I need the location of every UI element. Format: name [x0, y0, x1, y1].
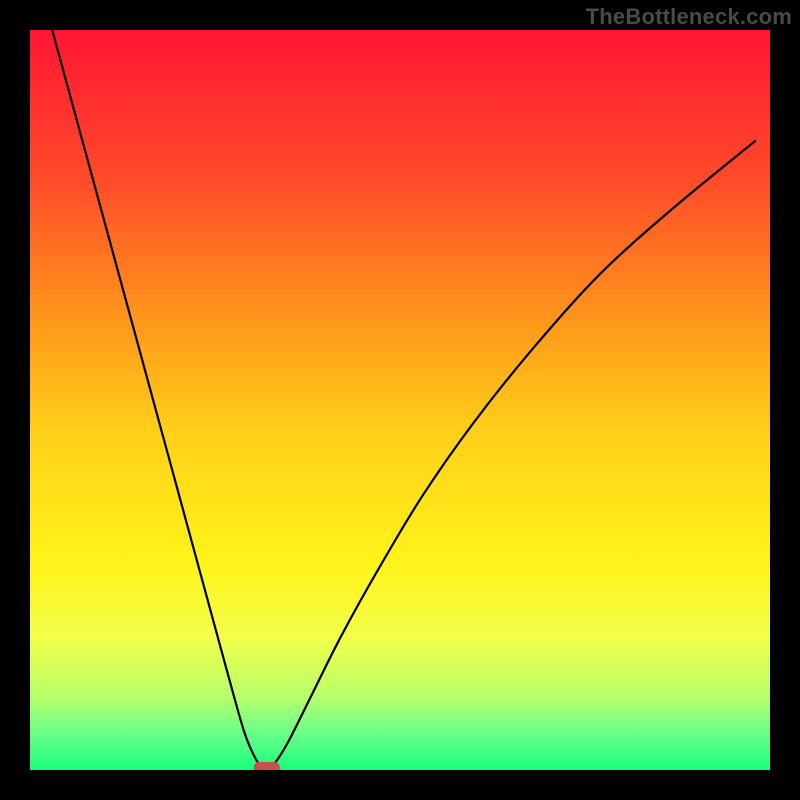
watermark-text: TheBottleneck.com	[586, 4, 792, 30]
optimal-marker	[254, 762, 280, 770]
bottleneck-curve-chart	[30, 30, 770, 770]
gradient-background	[30, 30, 770, 770]
plot-area	[30, 30, 770, 770]
chart-frame: TheBottleneck.com	[0, 0, 800, 800]
